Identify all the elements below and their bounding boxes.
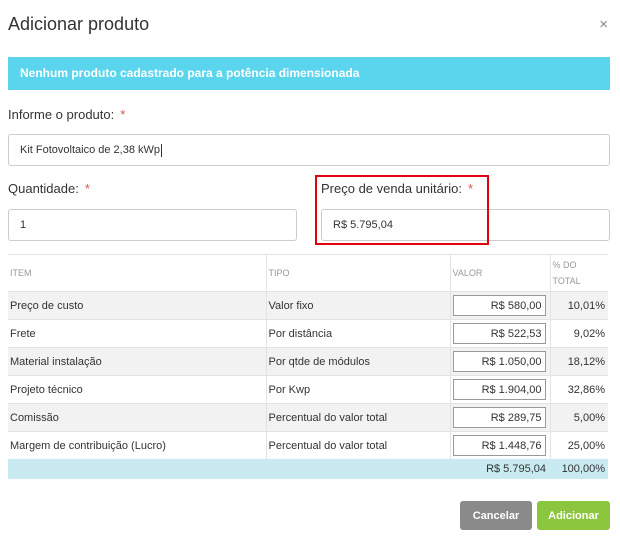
row-item: Frete	[8, 319, 267, 348]
row-valor-cell: R$ 1.448,76	[450, 431, 551, 459]
add-button[interactable]: Adicionar	[537, 501, 610, 530]
row-tipo: Valor fixo	[266, 291, 451, 320]
pricing-table: ITEM TIPO VALOR % DO TOTAL Preço de cust…	[8, 254, 608, 479]
product-input-value: Kit Fotovoltaico de 2,38 kWp	[20, 144, 161, 156]
row-item: Preço de custo	[8, 291, 267, 320]
row-item: Material instalação	[8, 347, 267, 376]
required-marker: *	[120, 107, 126, 122]
table-row: Frete Por distância R$ 522,53 9,02%	[8, 319, 608, 348]
quantity-input[interactable]: 1	[8, 209, 297, 241]
table-row: Preço de custo Valor fixo R$ 580,00 10,0…	[8, 291, 608, 320]
product-input[interactable]: Kit Fotovoltaico de 2,38 kWp	[8, 134, 610, 166]
row-tipo: Por distância	[266, 319, 451, 348]
col-header-pct: % DO TOTAL	[550, 254, 608, 292]
row-valor-cell: R$ 289,75	[450, 403, 551, 432]
row-tipo: Por Kwp	[266, 375, 451, 404]
row-pct: 10,01%	[550, 291, 608, 320]
row-tipo: Percentual do valor total	[266, 403, 451, 432]
table-header-row: ITEM TIPO VALOR % DO TOTAL	[8, 254, 608, 292]
col-header-valor: VALOR	[450, 254, 551, 292]
dialog-title: Adicionar produto	[8, 14, 150, 34]
total-empty-tipo	[266, 459, 450, 479]
row-item: Comissão	[8, 403, 267, 432]
row-valor-cell: R$ 522,53	[450, 319, 551, 348]
row-valor-input[interactable]: R$ 1.050,00	[452, 351, 546, 372]
row-tipo: Percentual do valor total	[266, 431, 451, 459]
product-label-text: Informe o produto:	[8, 107, 115, 122]
row-valor-input[interactable]: R$ 580,00	[452, 295, 546, 316]
table-row: Material instalação Por qtde de módulos …	[8, 347, 608, 376]
row-pct: 25,00%	[550, 431, 608, 459]
row-pct: 18,12%	[550, 347, 608, 376]
row-valor-input[interactable]: R$ 1.904,00	[452, 379, 546, 400]
quantity-input-value: 1	[20, 219, 27, 231]
info-alert: Nenhum produto cadastrado para a potênci…	[8, 57, 610, 90]
row-valor-input[interactable]: R$ 1.448,76	[452, 435, 546, 456]
required-marker: *	[84, 181, 90, 196]
row-valor-input[interactable]: R$ 522,53	[452, 323, 546, 344]
row-valor-cell: R$ 1.050,00	[450, 347, 551, 376]
row-pct: 5,00%	[550, 403, 608, 432]
col-header-item: ITEM	[8, 254, 267, 292]
row-item: Projeto técnico	[8, 375, 267, 404]
quantity-label: Quantidade: *	[8, 181, 90, 196]
table-row: Projeto técnico Por Kwp R$ 1.904,00 32,8…	[8, 375, 608, 404]
cancel-button[interactable]: Cancelar	[460, 501, 532, 530]
row-item: Margem de contribuição (Lucro)	[8, 431, 267, 459]
total-row: R$ 5.795,04 100,00%	[8, 459, 608, 479]
row-tipo: Por qtde de módulos	[266, 347, 451, 376]
row-valor-input[interactable]: R$ 289,75	[452, 407, 546, 428]
table-row: Margem de contribuição (Lucro) Percentua…	[8, 431, 608, 459]
table-row: Comissão Percentual do valor total R$ 28…	[8, 403, 608, 432]
total-pct: 100,00%	[550, 459, 608, 479]
total-valor: R$ 5.795,04	[450, 459, 550, 479]
highlight-box	[315, 175, 489, 245]
row-valor-cell: R$ 580,00	[450, 291, 551, 320]
row-pct: 32,86%	[550, 375, 608, 404]
col-header-tipo: TIPO	[266, 254, 451, 292]
total-empty-item	[8, 459, 266, 479]
quantity-label-text: Quantidade:	[8, 181, 79, 196]
text-cursor	[161, 143, 163, 157]
row-valor-cell: R$ 1.904,00	[450, 375, 551, 404]
close-icon[interactable]: ×	[599, 16, 608, 33]
product-label: Informe o produto: *	[8, 107, 125, 122]
row-pct: 9,02%	[550, 319, 608, 348]
